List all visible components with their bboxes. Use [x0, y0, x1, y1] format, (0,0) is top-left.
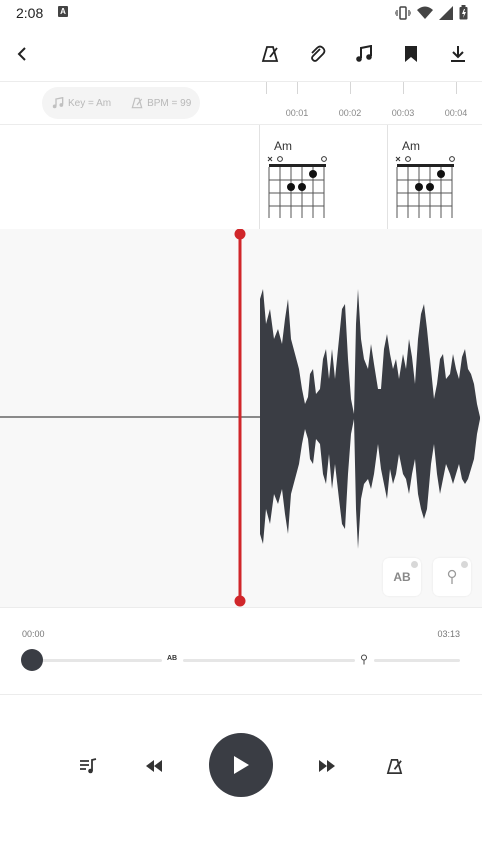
- seek-track[interactable]: [183, 659, 355, 662]
- signal-icon: [439, 5, 453, 20]
- metronome-toggle-button[interactable]: [380, 752, 408, 780]
- ruler-label: 00:01: [285, 108, 309, 118]
- ruler-tick: [297, 82, 298, 94]
- ruler-tick: [350, 82, 351, 94]
- waveform-area[interactable]: AB: [0, 229, 482, 607]
- seek-track[interactable]: [32, 659, 162, 662]
- status-time: 2:08: [16, 5, 44, 21]
- playhead-top-handle: [234, 229, 246, 240]
- download-button[interactable]: [442, 38, 474, 70]
- toolbar: [0, 30, 482, 78]
- key-label: Key = Am: [68, 97, 112, 109]
- start-time: 00:00: [22, 629, 45, 639]
- chord-card[interactable]: Am: [387, 125, 482, 229]
- divider: [0, 694, 482, 695]
- play-button[interactable]: [209, 733, 273, 797]
- metronome-icon: [131, 97, 143, 109]
- fast-forward-button[interactable]: [313, 752, 341, 780]
- rewind-icon: [146, 760, 162, 772]
- waveform: [0, 229, 480, 607]
- chord-name: Am: [402, 139, 420, 153]
- chord-row: Am Am: [0, 125, 482, 229]
- pin-icon: [447, 569, 457, 584]
- marker-indicator: [461, 561, 468, 568]
- ruler-label: 00:04: [444, 108, 468, 118]
- chord-name: Am: [274, 139, 292, 153]
- back-button[interactable]: [6, 38, 38, 70]
- ruler-tick: [456, 82, 457, 94]
- ruler-label: 00:02: [338, 108, 362, 118]
- bpm-label: BPM = 99: [147, 97, 192, 109]
- chord-diagram: [267, 156, 327, 218]
- ab-loop-indicator: [411, 561, 418, 568]
- attachment-button[interactable]: [301, 38, 333, 70]
- battery-icon: [459, 5, 468, 20]
- status-bar: 2:08 A: [0, 0, 482, 26]
- notification-icon: A: [58, 6, 68, 17]
- info-row: Key = Am BPM = 99 00:01 00:02 00:03 00:0…: [0, 82, 482, 124]
- download-icon: [451, 46, 465, 62]
- end-time: 03:13: [437, 629, 460, 639]
- bookmark-icon: [405, 46, 417, 62]
- ruler-tick: [403, 82, 404, 94]
- pin-marker-icon[interactable]: [360, 654, 368, 665]
- back-icon: [17, 47, 26, 61]
- playlist-music-icon: [80, 758, 97, 774]
- fast-forward-icon: [319, 760, 335, 772]
- waveform-shape: [260, 289, 480, 549]
- marker-pin-button[interactable]: [433, 558, 471, 596]
- ab-loop-label: AB: [393, 570, 411, 584]
- rewind-button[interactable]: [140, 752, 168, 780]
- ab-loop-button[interactable]: AB: [383, 558, 421, 596]
- play-icon: [234, 756, 249, 774]
- wifi-icon: [417, 6, 433, 19]
- chord-card[interactable]: Am: [259, 125, 387, 229]
- chord-diagram: [395, 156, 455, 218]
- music-note-icon: [52, 97, 64, 109]
- ruler-label: 00:03: [391, 108, 415, 118]
- seek-thumb[interactable]: [21, 649, 43, 671]
- playback-controls: [0, 696, 482, 858]
- attachment-icon: [311, 45, 326, 62]
- time-ruler: 00:01 00:02 00:03 00:04: [266, 82, 482, 124]
- metronome-icon: [261, 46, 279, 62]
- timeline: 00:00 03:13 AB: [0, 607, 482, 695]
- metronome-button[interactable]: [254, 38, 286, 70]
- metronome-icon: [386, 758, 402, 774]
- key-bpm-pill[interactable]: Key = Am BPM = 99: [42, 87, 200, 119]
- bookmark-button[interactable]: [395, 38, 427, 70]
- music-button[interactable]: [348, 38, 380, 70]
- playlist-button[interactable]: [74, 752, 102, 780]
- music-note-icon: [356, 45, 372, 62]
- ruler-tick: [266, 82, 267, 94]
- ab-marker[interactable]: AB: [167, 655, 177, 662]
- vibrate-icon: [395, 5, 411, 20]
- playhead-bottom-handle: [234, 595, 246, 607]
- status-icons: [395, 5, 468, 20]
- seek-track[interactable]: [374, 659, 460, 662]
